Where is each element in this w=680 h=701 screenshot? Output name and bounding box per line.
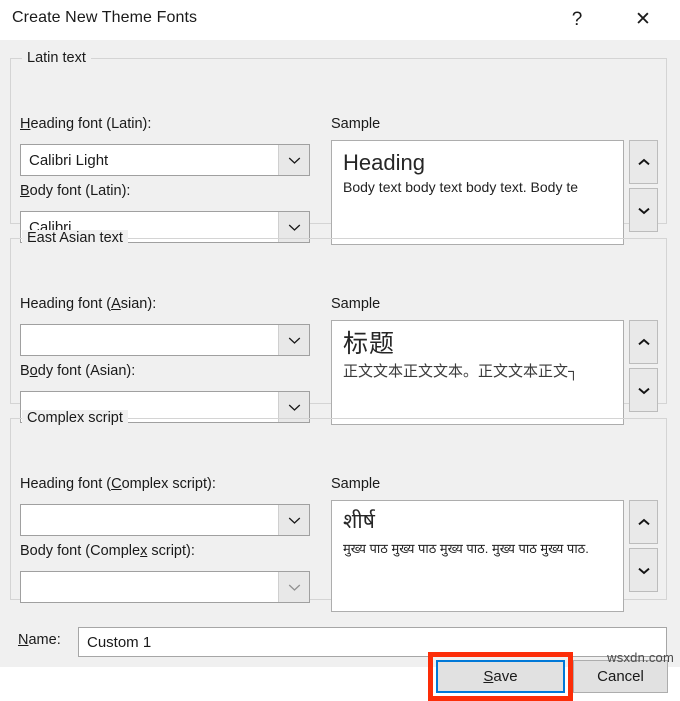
label-name-accesskey: N (18, 632, 28, 648)
label-heading-font-asian-pre: Heading font ( (20, 296, 111, 312)
label-name-rest: ame: (28, 632, 60, 648)
combo-heading-font-complex-value (21, 505, 278, 535)
label-body-font-complex-post: script): (147, 543, 195, 559)
label-heading-font-asian: Heading font (Asian): (20, 296, 156, 312)
group-latin-legend: Latin text (22, 50, 91, 66)
sample-latin-scroll-down-button[interactable] (629, 188, 658, 232)
label-body-font-latin-accesskey: B (20, 183, 30, 199)
chevron-down-icon (637, 566, 651, 575)
sample-body-asian: 正文文本正文文本。正文文本正文┐ (343, 362, 623, 382)
combo-heading-font-asian-value (21, 325, 278, 355)
label-body-font-asian: Body font (Asian): (20, 363, 135, 379)
sample-heading-latin: Heading (343, 150, 623, 175)
label-heading-font-complex-post: omplex script): (122, 476, 216, 492)
sample-box-asian: 标题 正文文本正文文本。正文文本正文┐ (331, 320, 624, 425)
question-mark-icon: ? (572, 10, 583, 29)
combo-heading-font-complex[interactable] (20, 504, 310, 536)
label-body-font-asian-post: dy font (Asian): (38, 363, 136, 379)
chevron-down-icon[interactable] (278, 325, 309, 355)
dialog-body: Latin text Heading font (Latin): Calibri… (0, 40, 680, 667)
group-complex-legend: Complex script (22, 410, 128, 426)
cancel-button-label: Cancel (597, 668, 644, 685)
label-body-font-asian-pre: B (20, 363, 30, 379)
chevron-down-icon (637, 206, 651, 215)
watermark: wsxdn.com (607, 650, 674, 665)
chevron-down-icon[interactable] (278, 572, 309, 602)
sample-label-complex: Sample (331, 476, 380, 492)
label-heading-font-latin-accesskey: H (20, 116, 30, 132)
window-title: Create New Theme Fonts (12, 9, 197, 27)
sample-label-latin: Sample (331, 116, 380, 132)
group-east-asian-legend: East Asian text (22, 230, 128, 246)
chevron-down-icon[interactable] (278, 145, 309, 175)
label-name: Name: (18, 632, 61, 648)
label-heading-font-complex: Heading font (Complex script): (20, 476, 216, 492)
sample-complex-scroll-down-button[interactable] (629, 548, 658, 592)
sample-body-latin: Body text body text body text. Body te (343, 178, 623, 196)
label-heading-font-latin: Heading font (Latin): (20, 116, 151, 132)
combo-heading-font-asian[interactable] (20, 324, 310, 356)
close-icon: ✕ (635, 10, 651, 29)
label-heading-font-complex-pre: Heading font ( (20, 476, 111, 492)
label-heading-font-asian-accesskey: A (111, 296, 121, 312)
label-body-font-complex: Body font (Complex script): (20, 543, 195, 559)
close-button[interactable]: ✕ (620, 0, 666, 38)
combo-heading-font-latin[interactable]: Calibri Light (20, 144, 310, 176)
label-body-font-latin-rest: ody font (Latin): (30, 183, 131, 199)
save-button[interactable]: Save (436, 660, 565, 693)
name-input-value: Custom 1 (87, 634, 151, 651)
label-body-font-latin: Body font (Latin): (20, 183, 130, 199)
sample-box-complex: शीर्ष मुख्य पाठ मुख्य पाठ मुख्य पाठ. मुख… (331, 500, 624, 612)
chevron-down-icon (637, 386, 651, 395)
chevron-up-icon (637, 518, 651, 527)
combo-heading-font-latin-value: Calibri Light (21, 145, 278, 175)
sample-label-asian: Sample (331, 296, 380, 312)
sample-complex-scroll-up-button[interactable] (629, 500, 658, 544)
chevron-up-icon (637, 158, 651, 167)
save-button-label-rest: ave (493, 668, 517, 685)
help-button[interactable]: ? (554, 0, 600, 38)
sample-heading-asian: 标题 (343, 330, 623, 359)
sample-body-complex: मुख्य पाठ मुख्य पाठ मुख्य पाठ. मुख्य पाठ… (343, 541, 623, 558)
sample-box-latin: Heading Body text body text body text. B… (331, 140, 624, 245)
name-input[interactable]: Custom 1 (78, 627, 667, 657)
chevron-down-icon[interactable] (278, 505, 309, 535)
label-body-font-asian-accesskey: o (30, 363, 38, 379)
chevron-up-icon (637, 338, 651, 347)
sample-asian-scroll-up-button[interactable] (629, 320, 658, 364)
combo-body-font-complex-value (21, 572, 278, 602)
title-bar: Create New Theme Fonts ? ✕ (0, 0, 680, 40)
sample-latin-scroll-up-button[interactable] (629, 140, 658, 184)
save-button-label: Save (483, 668, 517, 685)
sample-heading-complex: शीर्ष (343, 510, 623, 534)
label-body-font-complex-pre: Body font (Comple (20, 543, 140, 559)
label-heading-font-latin-rest: eading font (Latin): (30, 116, 151, 132)
sample-asian-scroll-down-button[interactable] (629, 368, 658, 412)
label-heading-font-complex-accesskey: C (111, 476, 121, 492)
combo-body-font-complex[interactable] (20, 571, 310, 603)
save-button-accesskey: S (483, 668, 493, 685)
label-heading-font-asian-post: sian): (121, 296, 156, 312)
